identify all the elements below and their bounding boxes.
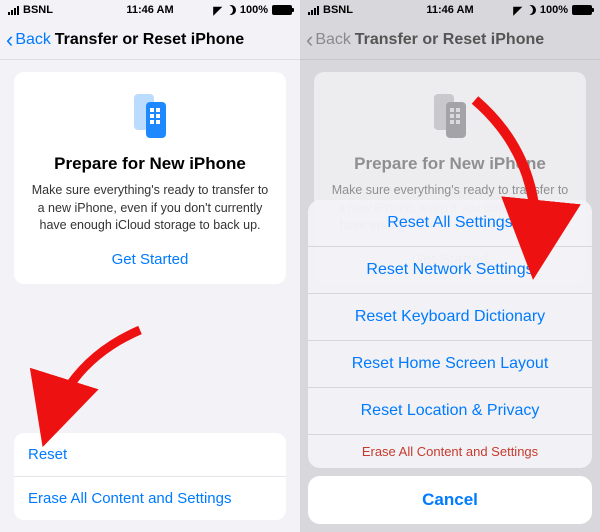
action-sheet-list: Reset All Settings Reset Network Setting… <box>308 200 592 468</box>
card-heading: Prepare for New iPhone <box>328 154 572 174</box>
get-started-button[interactable]: Get Started <box>28 251 272 268</box>
back-label: Back <box>15 31 51 49</box>
prepare-card: Prepare for New iPhone Make sure everyth… <box>14 72 286 284</box>
screenshot-right: BSNL 11:46 AM ◤ 100% ‹ Back Transfer or … <box>300 0 600 532</box>
chevron-left-icon: ‹ <box>6 29 13 51</box>
reset-network-settings[interactable]: Reset Network Settings <box>308 246 592 293</box>
content-area: Prepare for New iPhone Make sure everyth… <box>0 60 300 532</box>
status-bar: BSNL 11:46 AM ◤ 100% <box>300 0 600 20</box>
battery-icon <box>572 5 592 15</box>
clock-label: 11:46 AM <box>300 4 600 16</box>
action-sheet: Reset All Settings Reset Network Setting… <box>308 200 592 524</box>
card-body: Make sure everything's ready to transfer… <box>28 182 272 235</box>
phones-icon <box>28 88 272 144</box>
battery-icon <box>272 5 292 15</box>
chevron-left-icon: ‹ <box>306 29 313 51</box>
reset-keyboard-dictionary[interactable]: Reset Keyboard Dictionary <box>308 293 592 340</box>
reset-location-privacy[interactable]: Reset Location & Privacy <box>308 387 592 434</box>
reset-row[interactable]: Reset <box>14 433 286 476</box>
nav-bar: ‹ Back Transfer or Reset iPhone <box>300 20 600 60</box>
back-button[interactable]: ‹ Back <box>6 29 51 51</box>
card-heading: Prepare for New iPhone <box>28 154 272 174</box>
reset-all-settings[interactable]: Reset All Settings <box>308 200 592 246</box>
screenshot-left: BSNL 11:46 AM ◤ 100% ‹ Back Transfer or … <box>0 0 300 532</box>
phones-icon <box>328 88 572 144</box>
cancel-button[interactable]: Cancel <box>308 476 592 524</box>
erase-all-cutoff[interactable]: Erase All Content and Settings <box>308 434 592 468</box>
clock-label: 11:46 AM <box>0 4 300 16</box>
erase-row[interactable]: Erase All Content and Settings <box>14 476 286 520</box>
back-label: Back <box>315 31 351 49</box>
nav-bar: ‹ Back Transfer or Reset iPhone <box>0 20 300 60</box>
back-button[interactable]: ‹ Back <box>306 29 351 51</box>
reset-home-screen-layout[interactable]: Reset Home Screen Layout <box>308 340 592 387</box>
options-list: Reset Erase All Content and Settings <box>14 433 286 520</box>
status-bar: BSNL 11:46 AM ◤ 100% <box>0 0 300 20</box>
